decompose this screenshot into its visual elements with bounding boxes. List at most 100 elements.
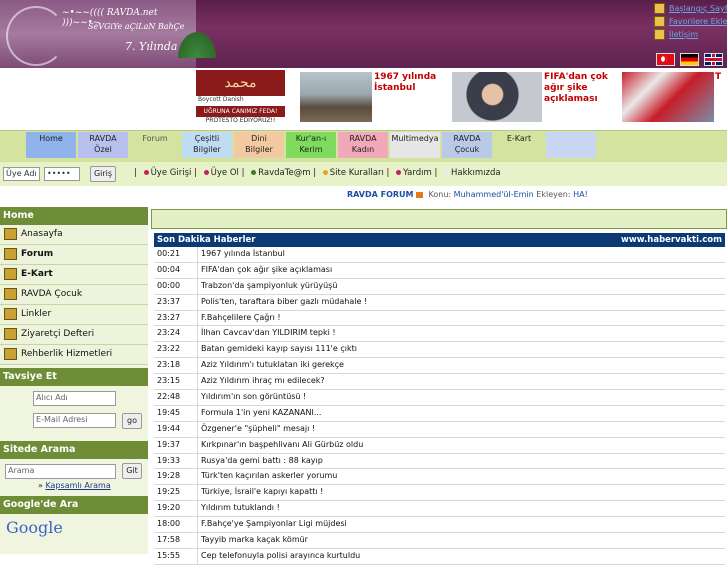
news-headline[interactable]: Yıldırım tutuklandı !	[197, 501, 280, 517]
site-search-input[interactable]: Arama	[5, 464, 116, 479]
news-headline[interactable]: Rusya'da gemi battı : 88 kayıp	[197, 453, 323, 469]
menu-item-4[interactable]: Dini Bilgiler	[234, 132, 284, 158]
news-headline[interactable]: İlhan Cavcav'dan YILDIRIM tepki !	[197, 326, 336, 342]
menu-item-8[interactable]: RAVDA Çocuk	[442, 132, 492, 158]
news-source-link[interactable]: www.habervakti.com	[621, 233, 722, 247]
recommend-go-button[interactable]: go	[122, 413, 142, 429]
login-button[interactable]: Giriş	[90, 166, 116, 182]
news-headline[interactable]: Aziz Yıldırım'ı tutuklatan iki gerekçe	[197, 358, 344, 374]
uk-flag-icon[interactable]	[704, 53, 723, 66]
news-row[interactable]: 19:33 Rusya'da gemi battı : 88 kayıp	[154, 453, 725, 470]
news-row[interactable]: 19:28 Türk'ten kaçırılan askerler yorumu	[154, 469, 725, 486]
sidebar-item-4[interactable]: Linkler	[0, 305, 148, 325]
login-link-4[interactable]: Yardım	[403, 168, 432, 178]
menu-item-2[interactable]: Forum	[130, 132, 180, 158]
banner-news-2[interactable]: FIFA'dan çok ağır şike açıklaması	[544, 72, 614, 105]
advanced-search-link[interactable]: Kapsamlı Arama	[45, 481, 110, 490]
news-headline[interactable]: F.Bahçelilere Çağrı !	[197, 310, 281, 326]
news-headline[interactable]: Cep telefonuyla polisi arayınca kurtuldu	[197, 548, 360, 564]
top-link-label[interactable]: Favorilere Ekle	[669, 17, 727, 26]
recipient-email-input[interactable]: E-Mail Adresi	[33, 413, 116, 428]
sidebar-item-2[interactable]: E-Kart	[0, 265, 148, 285]
boycott-banner[interactable]: محمد Boycott Danish UĞRUNA CANIMIZ FEDA!…	[196, 70, 285, 126]
news-headline[interactable]: Türkiye, İsrail'e kapıyı kapattı !	[197, 485, 323, 501]
news-row[interactable]: 23:27 F.Bahçelilere Çağrı !	[154, 310, 725, 327]
news-row[interactable]: 17:58 Tayyib marka kaçak kömür	[154, 533, 725, 549]
advanced-search[interactable]: » Kapsamlı Arama	[38, 481, 111, 490]
news-row[interactable]: 00:21 1967 yılında İstanbul	[154, 247, 725, 263]
news-row[interactable]: 18:00 F.Bahçe'ye Şampiyonlar Ligi müjdesi	[154, 517, 725, 534]
menu-item-5[interactable]: Kur'an-ı Kerim	[286, 132, 336, 158]
news-headline[interactable]: Polis'ten, taraftara biber gazlı müdahal…	[197, 294, 367, 310]
menu-item-10[interactable]	[546, 132, 596, 158]
sidebar-item-3[interactable]: RAVDA Çocuk	[0, 285, 148, 305]
sidebar-item-6[interactable]: Rehberlik Hizmetleri	[0, 345, 148, 365]
menu-item-3[interactable]: Çeşitli Bilgiler	[182, 132, 232, 158]
top-link-home[interactable]: Başlangıç Sayfası	[654, 2, 727, 15]
news-row[interactable]: 15:55 Cep telefonuyla polisi arayınca kur…	[154, 548, 725, 565]
news-headline[interactable]: Yıldırım'ın son görüntüsü !	[197, 390, 306, 405]
menu-item-9[interactable]: E-Kart	[494, 132, 544, 158]
news-row[interactable]: 19:45 Formula 1'in yeni KAZANANI...	[154, 405, 725, 422]
news-row[interactable]: 23:18 Aziz Yıldırım'ı tutuklatan iki gere…	[154, 358, 725, 375]
menu-item-0[interactable]: Home	[26, 132, 76, 158]
top-link-favorites[interactable]: Favorilere Ekle	[654, 15, 727, 28]
news-row[interactable]: 23:24 İlhan Cavcav'dan YILDIRIM tepki !	[154, 326, 725, 343]
forum-title[interactable]: RAVDA FORUM	[347, 190, 414, 199]
news-headline[interactable]: F.Bahçe'ye Şampiyonlar Ligi müjdesi	[197, 517, 347, 533]
login-link-2[interactable]: RavdaTe@m	[258, 168, 310, 178]
sidebar-item-1[interactable]: Forum	[0, 245, 148, 265]
recommend-header: Tavsiye Et	[0, 368, 148, 386]
login-link-1[interactable]: Üye Ol	[211, 168, 239, 178]
news-headline[interactable]: Tayyib marka kaçak kömür	[197, 533, 308, 548]
login-link-5[interactable]: Hakkımızda	[451, 168, 501, 178]
news-row[interactable]: 23:15 Aziz Yıldırım ihraç mı edilecek?	[154, 374, 725, 391]
site-logo[interactable]: ~•~~(((( RAVDA.net )))~~•~ SeVGiYe aÇiLa…	[0, 0, 196, 68]
news-row[interactable]: 23:22 Batan gemideki kayıp sayısı 111'e ç…	[154, 342, 725, 359]
banner-news-3[interactable]: T	[715, 72, 727, 83]
news-row[interactable]: 19:37 Kırkpınar'ın başpehlivanı Ali Gürbü…	[154, 437, 725, 454]
news-headline[interactable]: Kırkpınar'ın başpehlivanı Ali Gürbüz old…	[197, 437, 363, 453]
news-row[interactable]: 19:25 Türkiye, İsrail'e kapıyı kapattı !	[154, 485, 725, 502]
sidebar-item-0[interactable]: Anasayfa	[0, 225, 148, 245]
news-row[interactable]: 19:20 Yıldırım tutuklandı !	[154, 501, 725, 518]
news-row[interactable]: 22:48 Yıldırım'ın son görüntüsü !	[154, 390, 725, 406]
menu-item-6[interactable]: RAVDA Kadın	[338, 132, 388, 158]
news-headline[interactable]: Trabzon'da şampiyonluk yürüyüşü	[197, 278, 337, 294]
login-link-3[interactable]: Site Kuralları	[330, 168, 384, 178]
sidebar-item-label: RAVDA Çocuk	[21, 289, 83, 299]
forum-latest[interactable]: Konu: Muhammed'ül-Emin Ekleyen: HA!	[416, 190, 588, 199]
turkish-flag-icon[interactable]	[656, 53, 675, 66]
news-headline[interactable]: Batan gemideki kayıp sayısı 111'e çıktı	[197, 342, 357, 358]
site-search-button[interactable]: Git	[122, 463, 142, 479]
forum-topic-value[interactable]: Muhammed'ül-Emin	[454, 190, 534, 199]
mosque-dome-icon	[175, 28, 219, 58]
news-photo-1[interactable]	[300, 72, 372, 122]
german-flag-icon[interactable]	[680, 53, 699, 66]
news-headline[interactable]: Özgener'e "şüpheli" mesajı !	[197, 421, 315, 437]
sidebar-item-5[interactable]: Ziyaretçi Defteri	[0, 325, 148, 345]
recipient-name-input[interactable]: Alıcı Adı	[33, 391, 116, 406]
forum-added-value[interactable]: HA!	[573, 190, 588, 199]
news-photo-3[interactable]	[622, 72, 714, 122]
top-link-label[interactable]: İletişim	[669, 30, 698, 39]
news-row[interactable]: 19:44 Özgener'e "şüpheli" mesajı !	[154, 421, 725, 438]
sidebar-item-label: Rehberlik Hizmetleri	[21, 349, 113, 359]
news-headline[interactable]: 1967 yılında İstanbul	[197, 247, 285, 262]
news-headline[interactable]: Aziz Yıldırım ihraç mı edilecek?	[197, 374, 325, 390]
news-headline[interactable]: Formula 1'in yeni KAZANANI...	[197, 405, 321, 421]
menu-item-7[interactable]: Multimedya	[390, 132, 440, 158]
menu-item-1[interactable]: RAVDA Özel	[78, 132, 128, 158]
news-photo-2[interactable]	[452, 72, 542, 122]
login-link-0[interactable]: Üye Girişi	[151, 168, 192, 178]
top-link-label[interactable]: Başlangıç Sayfası	[669, 4, 727, 13]
news-headline[interactable]: FIFA'dan çok ağır şike açıklaması	[197, 262, 332, 278]
news-headline[interactable]: Türk'ten kaçırılan askerler yorumu	[197, 469, 337, 485]
news-row[interactable]: 23:37 Polis'ten, taraftara biber gazlı mü…	[154, 294, 725, 311]
news-row[interactable]: 00:04 FIFA'dan çok ağır şike açıklaması	[154, 262, 725, 279]
username-input[interactable]: Üye Adı	[3, 167, 40, 181]
banner-news-1[interactable]: 1967 yılında İstanbul	[374, 72, 446, 94]
news-row[interactable]: 00:00 Trabzon'da şampiyonluk yürüyüşü	[154, 278, 725, 295]
password-input[interactable]: •••••	[44, 167, 80, 181]
top-link-contact[interactable]: İletişim	[654, 28, 727, 41]
